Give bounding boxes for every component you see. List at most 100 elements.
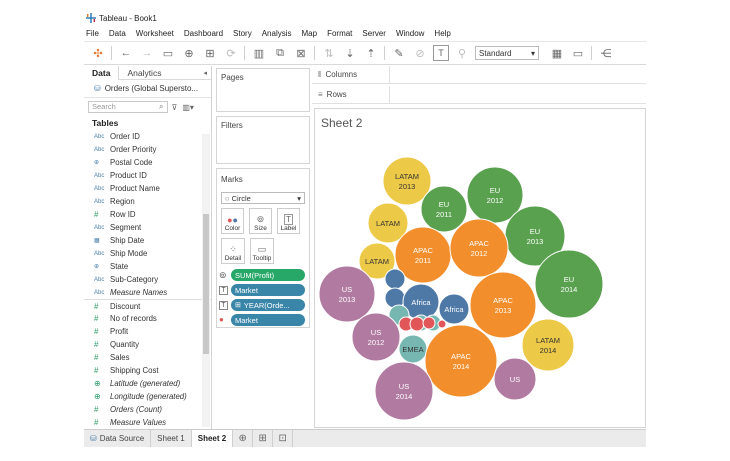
field-item[interactable]: # Discount (84, 299, 211, 312)
tableau-home-icon[interactable]: ✣ (90, 45, 106, 61)
field-item[interactable]: ⊕ Longitude (generated) (84, 390, 211, 403)
field-item[interactable]: ⊕ State (84, 260, 211, 273)
new-worksheet-icon[interactable]: ▥ (251, 45, 267, 61)
worksheet-view[interactable]: Sheet 2 LATAM 2013 EU 2012 EU 2011 LATAM EU 2013… (314, 108, 646, 428)
bubble-apac-2014[interactable] (424, 324, 498, 398)
field-item[interactable]: # Quantity (84, 338, 211, 351)
field-item[interactable]: Abc Region (84, 195, 211, 208)
menu-server[interactable]: Server (362, 29, 386, 38)
save-icon[interactable]: ▭ (160, 45, 176, 61)
field-name: Quantity (110, 340, 140, 349)
field-item[interactable]: Abc Product ID (84, 169, 211, 182)
scrollbar-thumb[interactable] (203, 214, 209, 354)
bubble-eu-2014[interactable] (534, 249, 604, 319)
sort-ascending-icon[interactable]: ⇣ (342, 45, 358, 61)
bubble-us-2012[interactable] (351, 312, 401, 362)
bubble-africa[interactable] (384, 268, 406, 290)
field-item[interactable]: # Profit (84, 325, 211, 338)
new-story-icon[interactable]: ⊡ (273, 430, 294, 447)
duplicate-sheet-icon[interactable]: ⧉ (272, 45, 288, 61)
field-item[interactable]: # Measure Values (84, 416, 211, 429)
pause-updates-icon[interactable]: ⊞ (202, 45, 218, 61)
tooltip-button[interactable]: ▭ Tooltip (250, 238, 274, 264)
menu-worksheet[interactable]: Worksheet (136, 29, 174, 38)
field-item[interactable]: ⊕ Postal Code (84, 156, 211, 169)
presentation-mode-icon[interactable]: ▭ (570, 45, 586, 61)
packed-bubble-chart[interactable]: LATAM 2013 EU 2012EU 2011LATAMEU 2013APAC 2011… (315, 109, 646, 429)
menu-map[interactable]: Map (302, 29, 318, 38)
menu-dashboard[interactable]: Dashboard (184, 29, 223, 38)
columns-shelf[interactable]: ⦀ Columns (312, 65, 646, 84)
forward-icon[interactable]: → (139, 45, 155, 61)
group-icon[interactable]: ⊘ (412, 45, 428, 61)
field-item[interactable]: # Row ID (84, 208, 211, 221)
collapse-icon[interactable]: ◂ (203, 69, 207, 77)
size-button[interactable]: ⊚ Size (249, 208, 272, 234)
sort-descending-icon[interactable]: ⇡ (363, 45, 379, 61)
pill-label-year[interactable]: T ⊞ YEAR(Orde... (219, 299, 305, 311)
menu-data[interactable]: Data (109, 29, 126, 38)
mark-type-select[interactable]: ○ Circle ▾ (221, 192, 305, 204)
highlight-icon[interactable]: ✎ (391, 45, 407, 61)
field-item[interactable]: Abc Product Name (84, 182, 211, 195)
share-icon[interactable]: ⋲ (598, 45, 614, 61)
pages-card[interactable]: Pages (216, 68, 310, 112)
field-item[interactable]: Abc Sub-Category (84, 273, 211, 286)
field-item[interactable]: # Sales (84, 351, 211, 364)
cards-icon[interactable]: ▦ (549, 45, 565, 61)
filter-icon[interactable]: ⊽ (171, 103, 177, 112)
bubble-us-2013[interactable] (318, 265, 376, 323)
menu-story[interactable]: Story (233, 29, 252, 38)
pill-color-market[interactable]: ● Market (219, 314, 305, 326)
fix-axes-icon[interactable]: ⚲ (454, 45, 470, 61)
field-item[interactable]: # No of records (84, 312, 211, 325)
pill-label-market[interactable]: T Market (219, 284, 305, 296)
bubble-canada[interactable] (437, 319, 447, 329)
tab-sheet-2[interactable]: Sheet 2 (191, 430, 234, 447)
filters-card[interactable]: Filters (216, 116, 310, 164)
bubble-latam-2014[interactable] (521, 318, 575, 372)
menu-analysis[interactable]: Analysis (262, 29, 292, 38)
field-item[interactable]: # Shipping Cost (84, 364, 211, 377)
clear-sheet-icon[interactable]: ⊠ (293, 45, 309, 61)
bubble-canada[interactable] (422, 316, 436, 330)
field-item[interactable]: # Orders (Count) (84, 403, 211, 416)
menu-help[interactable]: Help (434, 29, 450, 38)
label-button[interactable]: T Label (277, 208, 300, 234)
tab-sheet-1[interactable]: Sheet 1 (151, 430, 192, 447)
new-dashboard-icon[interactable]: ⊞ (253, 430, 274, 447)
menu-file[interactable]: File (86, 29, 99, 38)
show-labels-icon[interactable]: T (433, 45, 449, 61)
view-options-icon[interactable]: ▥▾ (182, 103, 194, 112)
bubble-apac-2013[interactable] (469, 271, 537, 339)
bubble-us-2014[interactable] (374, 361, 434, 421)
data-source-item[interactable]: ⛁ Orders (Global Supersto... (84, 80, 211, 98)
menu-window[interactable]: Window (396, 29, 424, 38)
new-worksheet-icon[interactable]: ⊕ (233, 430, 254, 447)
field-list-scrollbar[interactable] (202, 134, 210, 427)
bubble-apac-2012[interactable] (449, 218, 509, 278)
back-icon[interactable]: ← (118, 45, 134, 61)
field-item[interactable]: Abc Order ID (84, 130, 211, 143)
rows-shelf[interactable]: ≡ Rows (312, 85, 646, 104)
field-item[interactable]: Abc Measure Names (84, 286, 211, 299)
tab-data-source[interactable]: ⛁ Data Source (84, 430, 152, 447)
field-item[interactable]: Abc Order Priority (84, 143, 211, 156)
menu-format[interactable]: Format (327, 29, 352, 38)
field-item[interactable]: Abc Ship Mode (84, 247, 211, 260)
swap-icon[interactable]: ⇅ (321, 45, 337, 61)
refresh-icon[interactable]: ⟳ (223, 45, 239, 61)
search-input[interactable]: Search (88, 101, 168, 113)
bubble-eu-2011[interactable] (420, 185, 468, 233)
field-item[interactable]: ▦ Ship Date (84, 234, 211, 247)
bubble-canada[interactable] (409, 316, 425, 332)
field-item[interactable]: Abc Segment (84, 221, 211, 234)
tab-data[interactable]: Data (84, 65, 120, 80)
fit-select[interactable]: Standard ▾ (475, 46, 539, 60)
field-item[interactable]: ⊕ Latitude (generated) (84, 377, 211, 390)
tab-analytics[interactable]: Analytics (119, 66, 169, 80)
color-button[interactable]: ●● Color (221, 208, 244, 234)
pill-size-profit[interactable]: ⊚ SUM(Profit) (219, 269, 305, 281)
new-data-source-icon[interactable]: ⊕ (181, 45, 197, 61)
detail-button[interactable]: ⁘ Detail (221, 238, 245, 264)
